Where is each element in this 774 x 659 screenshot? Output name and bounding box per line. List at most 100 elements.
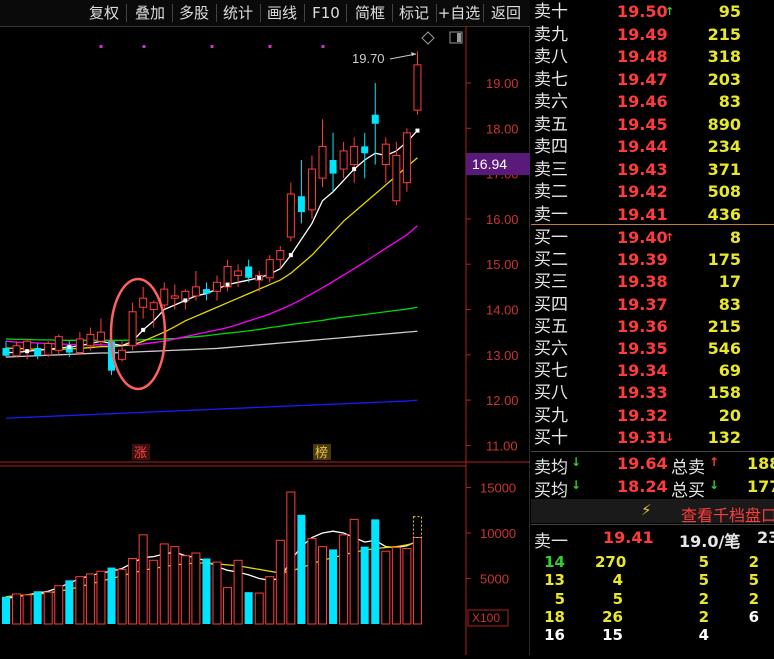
volume-bar — [75, 576, 85, 625]
ma120-line — [5, 399, 418, 419]
sell1-tail: 23 — [757, 528, 774, 547]
order-price: 19.50 — [617, 2, 668, 21]
toolbar-button-3[interactable]: 多股 — [174, 2, 214, 24]
candle-body — [307, 168, 316, 211]
trade-cell: 16 — [544, 626, 565, 645]
order-row[interactable]: 买五 19.36 215 — [531, 316, 774, 338]
candle-body — [12, 345, 21, 357]
order-row[interactable]: 买一 19.40 8 ↑ — [531, 227, 774, 249]
order-row[interactable]: 卖七 19.47 203 — [531, 69, 774, 91]
volume-bar — [12, 593, 22, 625]
total-buy-label: 总买 — [671, 481, 705, 501]
order-row[interactable]: 卖九 19.49 215 — [531, 24, 774, 46]
volume-bar — [339, 534, 349, 625]
signal-dot — [321, 45, 325, 48]
arrow-up-icon: ↑ — [665, 231, 675, 244]
candle-body — [234, 270, 243, 277]
order-row[interactable]: 卖四 19.44 234 — [531, 136, 774, 158]
toolbar-button-1[interactable]: 复权 — [84, 2, 124, 24]
order-row[interactable]: 买七 19.34 69 — [531, 360, 774, 382]
trade-cell: 5 — [748, 571, 759, 590]
candle-body — [245, 266, 253, 278]
toolbar-button-6[interactable]: F10 — [308, 2, 344, 24]
toolbar-button-10[interactable]: 返回 — [486, 2, 526, 24]
order-price: 19.39 — [617, 250, 668, 270]
order-row[interactable]: 买十 19.31 132 ↓ — [531, 427, 774, 449]
order-row[interactable]: 卖一 19.41 436 — [531, 204, 774, 226]
high-price-label: 19.70 — [352, 51, 385, 66]
volume-bar — [223, 587, 233, 625]
trade-divider — [531, 524, 774, 525]
price-axis-label: 15.00 — [486, 257, 519, 272]
order-row[interactable]: 卖八 19.48 318 — [531, 46, 774, 68]
toolbar-button-5[interactable]: 画线 — [262, 2, 302, 24]
order-level-label: 买七 — [534, 361, 568, 382]
trade-cell: 5 — [698, 571, 709, 590]
arrow-down-icon: ↓ — [665, 430, 675, 444]
toolbar-separator — [392, 4, 393, 22]
order-row[interactable]: 卖六 19.46 83 — [531, 91, 774, 113]
order-row[interactable]: 卖五 19.45 890 — [531, 114, 774, 136]
toolbar-separator — [126, 4, 127, 22]
volume-axis-label: 15000 — [480, 481, 516, 496]
candle-body — [128, 311, 137, 347]
candle-body — [86, 333, 95, 347]
volume-axis-label: 10000 — [480, 526, 516, 541]
volume-bar — [33, 591, 42, 624]
order-volume: 20 — [718, 405, 741, 425]
toolbar-button-8[interactable]: 标记 — [394, 2, 434, 24]
order-volume: 175 — [707, 250, 741, 270]
volume-bar — [349, 518, 359, 625]
diamond-icon[interactable] — [421, 31, 435, 45]
order-row[interactable]: 卖十 19.50 95 ↑ — [531, 1, 774, 23]
toolbar-button-4[interactable]: 统计 — [218, 2, 258, 24]
candle-body — [371, 114, 379, 124]
order-row[interactable]: 买六 19.35 546 — [531, 338, 774, 360]
kline-chart[interactable]: 19.0018.0017.0016.0015.0014.0013.0012.00… — [0, 26, 531, 655]
order-level-label: 买四 — [534, 294, 568, 315]
order-level-label: 买八 — [534, 383, 568, 404]
trade-cell: 270 — [595, 553, 627, 571]
toolbar-button-7[interactable]: 简框 — [350, 2, 390, 24]
order-row[interactable]: 卖三 19.43 371 — [531, 159, 774, 181]
candle-body — [350, 145, 359, 166]
toolbar-button-9[interactable]: +自选 — [437, 2, 481, 24]
toolbar-separator — [216, 4, 217, 22]
trade-cell: 5 — [698, 553, 709, 571]
volume-bar — [275, 539, 285, 625]
order-price: 19.35 — [617, 339, 668, 358]
price-axis-label: 11.00 — [486, 438, 518, 453]
trade-cell: 15 — [602, 626, 623, 645]
ma5-marker — [25, 349, 30, 354]
arrow-down-icon: ↓ — [709, 478, 720, 492]
order-row[interactable]: 买四 19.37 83 — [531, 294, 774, 316]
order-row[interactable]: 卖二 19.42 508 — [531, 181, 774, 203]
trade-cell: 2 — [698, 589, 709, 608]
order-level-label: 卖五 — [534, 114, 568, 135]
volume-bar — [254, 592, 264, 625]
candle-body — [191, 286, 200, 297]
order-row[interactable]: 买二 19.39 175 — [531, 249, 774, 271]
kline-chart-area[interactable]: 19.0018.0017.0016.0015.0014.0013.0012.00… — [0, 26, 531, 655]
toolbar-button-2[interactable]: 叠加 — [130, 2, 170, 24]
candle-body — [118, 349, 127, 360]
order-price: 19.45 — [617, 114, 668, 134]
bid-avg-label: 买均 — [534, 481, 568, 501]
price-axis-label: 14.00 — [486, 303, 519, 318]
signal-dot — [210, 45, 214, 48]
order-row[interactable]: 买三 19.38 17 — [531, 271, 774, 293]
volume-bar — [22, 594, 32, 625]
volume-bar — [149, 559, 159, 625]
order-volume: 436 — [707, 204, 741, 224]
volume-bar — [286, 491, 296, 625]
order-row[interactable]: 买八 19.33 158 — [531, 382, 774, 404]
ma5-marker — [67, 345, 72, 350]
order-volume: 215 — [707, 24, 741, 44]
ask-bid-divider — [531, 224, 774, 225]
ma20-line — [5, 225, 418, 346]
order-price: 19.32 — [617, 405, 668, 425]
order-price: 19.37 — [617, 294, 668, 314]
order-price: 19.38 — [617, 272, 668, 292]
order-row[interactable]: 买九 19.32 20 — [531, 405, 774, 427]
volume-bar — [65, 580, 74, 624]
